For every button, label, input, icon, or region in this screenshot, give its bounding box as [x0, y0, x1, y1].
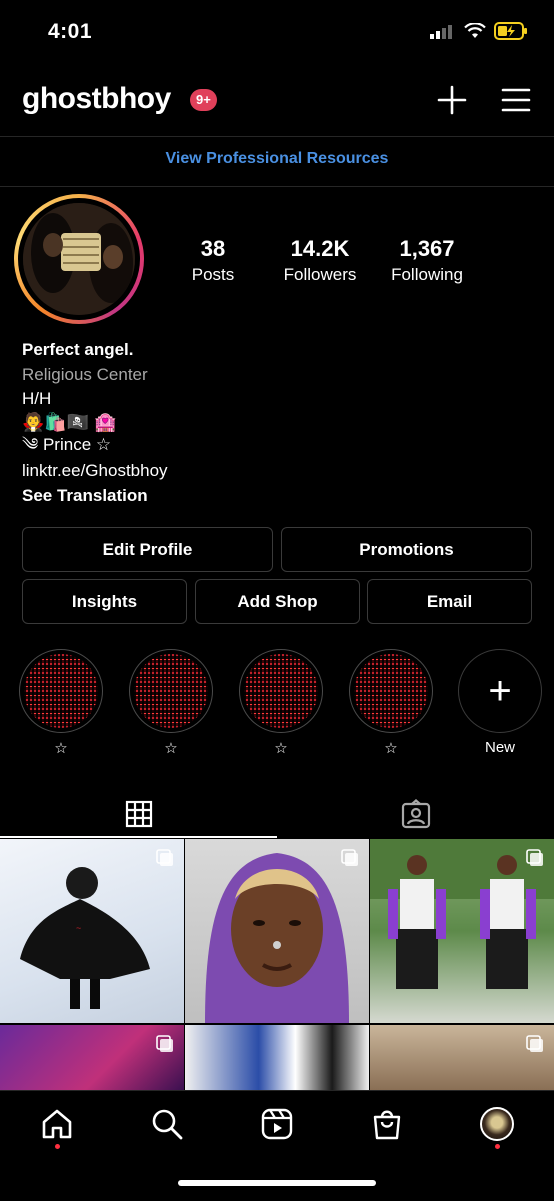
profile-avatar-icon	[480, 1107, 514, 1141]
status-time: 4:01	[48, 20, 93, 43]
avatar-photo	[23, 203, 135, 315]
nav-profile-button[interactable]	[477, 1104, 517, 1144]
highlight-cover	[354, 654, 428, 728]
story-highlight[interactable]: ☆	[18, 649, 104, 757]
home-notification-dot	[55, 1144, 60, 1149]
followers-count: 14.2K	[290, 236, 350, 261]
grid-post[interactable]	[370, 1025, 554, 1090]
nav-reels-button[interactable]	[257, 1104, 297, 1144]
plus-icon	[437, 85, 467, 115]
search-icon	[152, 1109, 183, 1140]
profile-notification-dot	[495, 1144, 500, 1149]
stat-followers[interactable]: 14.2K Followers	[270, 236, 370, 285]
profile-category[interactable]: Religious Center	[22, 363, 148, 387]
grid-post[interactable]	[370, 839, 554, 1023]
notification-badge[interactable]: 9+	[190, 89, 217, 111]
highlight-label: ☆	[274, 740, 288, 757]
signal-icon	[430, 25, 452, 39]
tagged-icon	[401, 799, 430, 829]
promotions-button[interactable]: Promotions	[281, 527, 532, 572]
grid-post[interactable]	[185, 839, 369, 1023]
nav-search-button[interactable]	[147, 1104, 187, 1144]
following-label: Following	[391, 265, 463, 284]
stat-posts[interactable]: 38 Posts	[178, 236, 248, 285]
highlight-ring	[349, 649, 433, 733]
avatar-border	[18, 198, 140, 320]
highlight-cover	[134, 654, 208, 728]
tab-tagged[interactable]	[277, 792, 554, 836]
pro-divider	[0, 186, 554, 187]
following-count: 1,367	[399, 236, 455, 261]
highlight-label: ☆	[54, 740, 68, 757]
highlight-ring	[129, 649, 213, 733]
home-icon	[42, 1109, 72, 1139]
add-shop-button[interactable]: Add Shop	[195, 579, 360, 624]
status-icons	[430, 22, 528, 40]
story-highlight[interactable]: ☆	[348, 649, 434, 757]
shopping-bag-icon	[373, 1110, 401, 1140]
avatar-image	[23, 203, 135, 315]
followers-label: Followers	[283, 265, 357, 284]
see-translation-link[interactable]: See Translation	[22, 484, 148, 508]
multiple-posts-icon	[341, 849, 358, 866]
active-tab-underline	[0, 836, 277, 838]
multiple-posts-icon	[526, 849, 543, 866]
profile-username[interactable]: ghostbhoy	[22, 82, 171, 116]
new-highlight-button[interactable]: + New	[457, 649, 543, 756]
grid-post[interactable]	[185, 1025, 369, 1090]
plus-icon: +	[488, 669, 512, 713]
grid-icon	[125, 800, 152, 828]
grid-post[interactable]: ~	[0, 839, 184, 1023]
create-post-button[interactable]	[436, 84, 468, 116]
home-indicator	[178, 1180, 376, 1186]
highlight-cover	[24, 654, 98, 728]
edit-profile-button[interactable]: Edit Profile	[22, 527, 273, 572]
multiple-posts-icon	[156, 849, 173, 866]
posts-label: Posts	[191, 265, 235, 284]
highlight-label: ☆	[164, 740, 178, 757]
menu-button[interactable]	[500, 84, 532, 116]
highlight-ring	[239, 649, 323, 733]
new-highlight-label: New	[484, 739, 515, 756]
bio-line-1: H/H	[22, 389, 52, 408]
stat-following[interactable]: 1,367 Following	[380, 236, 474, 285]
highlight-cover	[244, 654, 318, 728]
header-divider	[0, 136, 554, 137]
view-professional-resources-link[interactable]: View Professional Resources	[0, 150, 554, 168]
tab-posts-grid[interactable]	[0, 792, 277, 836]
profile-name: Perfect angel.	[22, 340, 134, 359]
bio-emojis: 🧛🛍️🏴‍☠️ 🏩	[22, 412, 117, 432]
posts-count: 38	[200, 236, 226, 261]
story-highlight[interactable]: ☆	[238, 649, 324, 757]
nav-home-button[interactable]	[37, 1104, 77, 1144]
bio-link[interactable]: linktr.ee/Ghostbhoy	[22, 459, 168, 483]
bio-line-2: ༄ Prince ☆	[22, 435, 112, 454]
nav-shop-button[interactable]	[367, 1104, 407, 1144]
highlight-ring	[19, 649, 103, 733]
insights-button[interactable]: Insights	[22, 579, 187, 624]
grid-post[interactable]	[0, 1025, 184, 1090]
reels-icon	[261, 1108, 293, 1140]
wifi-icon	[464, 23, 486, 38]
multiple-posts-icon	[526, 1035, 543, 1052]
battery-icon	[494, 22, 527, 40]
story-highlight[interactable]: ☆	[128, 649, 214, 757]
email-button[interactable]: Email	[367, 579, 532, 624]
profile-avatar[interactable]	[14, 194, 144, 324]
new-highlight-ring: +	[458, 649, 542, 733]
svg-text:~: ~	[76, 923, 81, 933]
highlight-label: ☆	[384, 740, 398, 757]
hamburger-menu-icon	[501, 88, 531, 112]
multiple-posts-icon	[156, 1035, 173, 1052]
